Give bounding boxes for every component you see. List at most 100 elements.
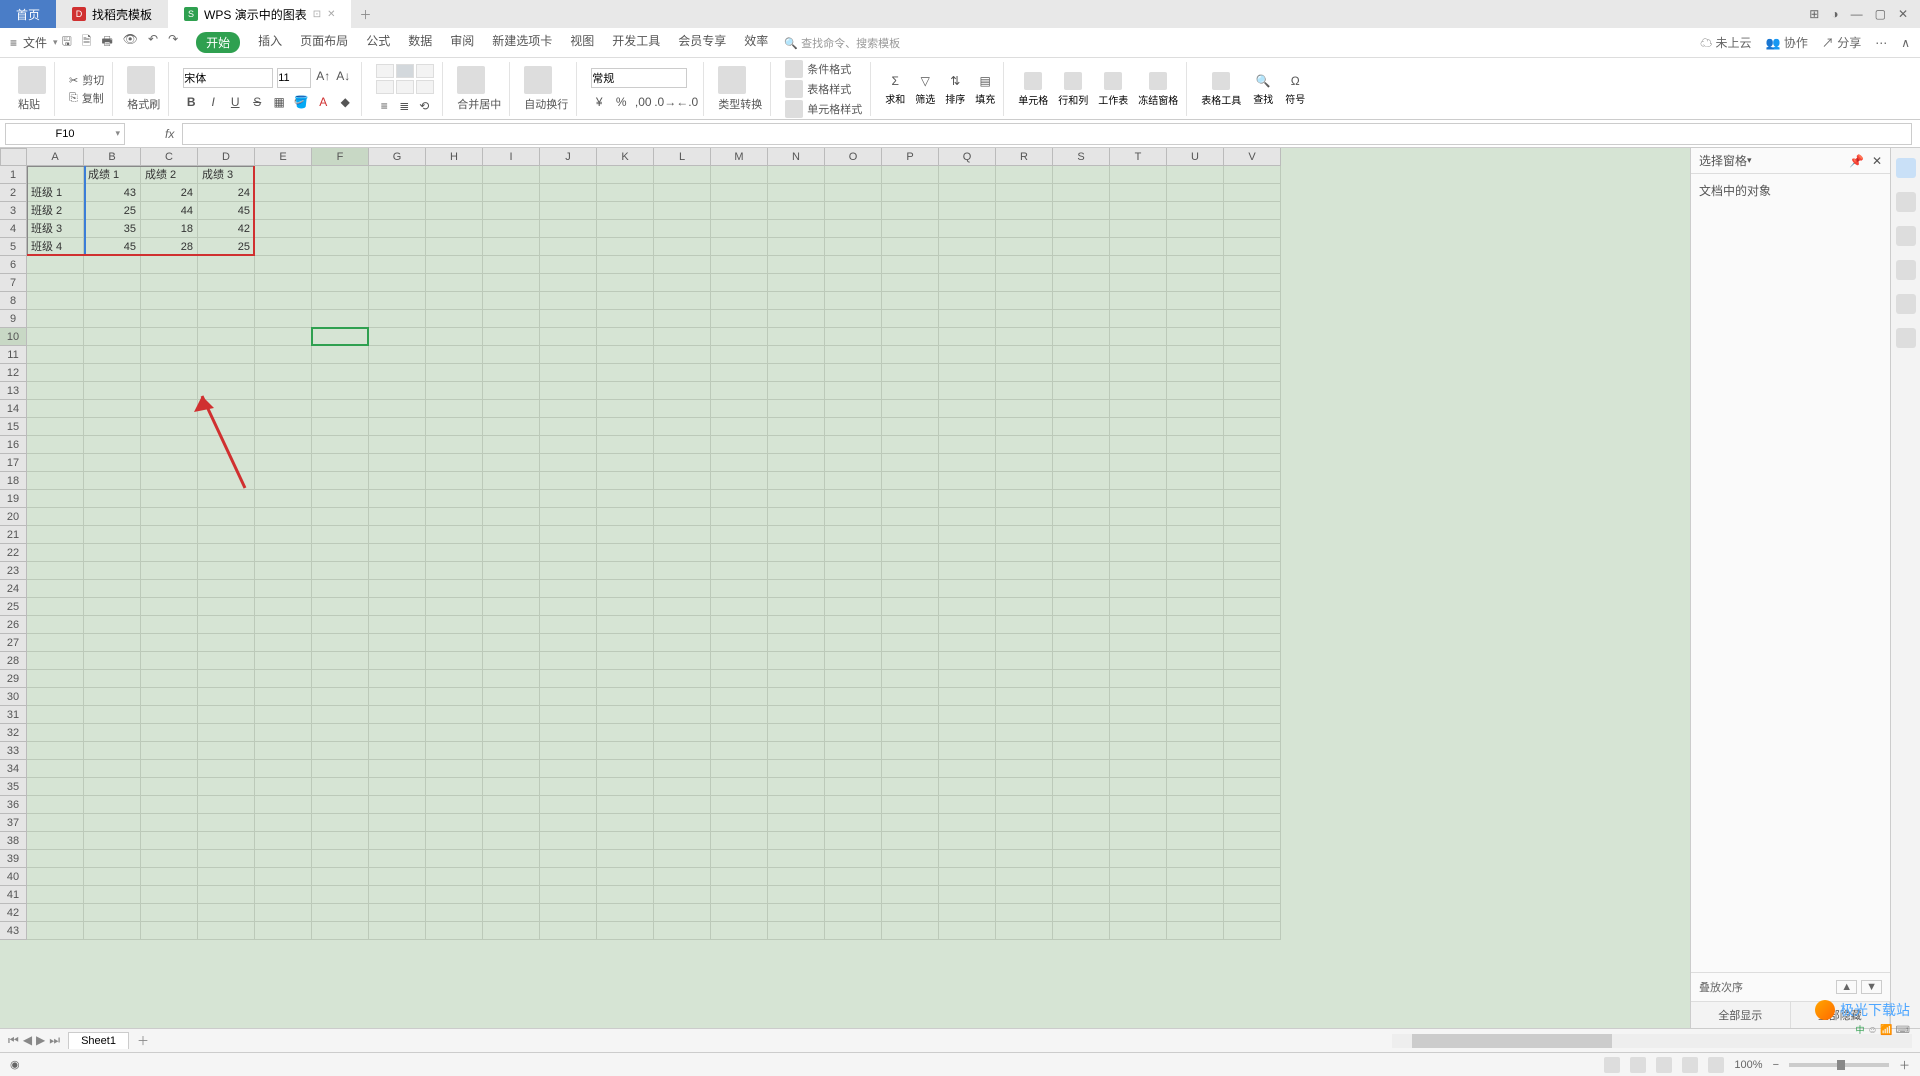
- row-header-43[interactable]: 43: [0, 922, 27, 940]
- cell-U9[interactable]: [1167, 310, 1224, 328]
- cell-A35[interactable]: [27, 778, 84, 796]
- cell-U23[interactable]: [1167, 562, 1224, 580]
- cell-A3[interactable]: 班级 2: [27, 202, 84, 220]
- cell-O4[interactable]: [825, 220, 882, 238]
- col-header-U[interactable]: U: [1167, 148, 1224, 166]
- cell-D17[interactable]: [198, 454, 255, 472]
- cell-H14[interactable]: [426, 400, 483, 418]
- cell-F6[interactable]: [312, 256, 369, 274]
- cell-N39[interactable]: [768, 850, 825, 868]
- cell-E10[interactable]: [255, 328, 312, 346]
- cell-P1[interactable]: [882, 166, 939, 184]
- cell-I14[interactable]: [483, 400, 540, 418]
- cell-S39[interactable]: [1053, 850, 1110, 868]
- cell-N4[interactable]: [768, 220, 825, 238]
- cell-I33[interactable]: [483, 742, 540, 760]
- cell-A33[interactable]: [27, 742, 84, 760]
- cell-H1[interactable]: [426, 166, 483, 184]
- cell-B40[interactable]: [84, 868, 141, 886]
- cell-F30[interactable]: [312, 688, 369, 706]
- cell-P12[interactable]: [882, 364, 939, 382]
- cond-format-button[interactable]: 条件格式: [785, 60, 862, 78]
- row-header-6[interactable]: 6: [0, 256, 27, 274]
- cell-K6[interactable]: [597, 256, 654, 274]
- cell-M8[interactable]: [711, 292, 768, 310]
- cell-Q42[interactable]: [939, 904, 996, 922]
- cell-R25[interactable]: [996, 598, 1053, 616]
- cell-V30[interactable]: [1224, 688, 1281, 706]
- cell-H11[interactable]: [426, 346, 483, 364]
- cell-T15[interactable]: [1110, 418, 1167, 436]
- cell-V5[interactable]: [1224, 238, 1281, 256]
- cell-D23[interactable]: [198, 562, 255, 580]
- rail-property-icon[interactable]: [1896, 226, 1916, 246]
- cell-Q34[interactable]: [939, 760, 996, 778]
- cell-B38[interactable]: [84, 832, 141, 850]
- col-header-S[interactable]: S: [1053, 148, 1110, 166]
- cell-T12[interactable]: [1110, 364, 1167, 382]
- cell-I22[interactable]: [483, 544, 540, 562]
- cell-I37[interactable]: [483, 814, 540, 832]
- cell-C37[interactable]: [141, 814, 198, 832]
- cell-K12[interactable]: [597, 364, 654, 382]
- cell-H7[interactable]: [426, 274, 483, 292]
- cell-J9[interactable]: [540, 310, 597, 328]
- cell-D15[interactable]: [198, 418, 255, 436]
- cell-H4[interactable]: [426, 220, 483, 238]
- align-top-center[interactable]: [396, 64, 414, 78]
- cell-V38[interactable]: [1224, 832, 1281, 850]
- sheet-last-icon[interactable]: ⏭: [49, 1033, 60, 1048]
- cell-T42[interactable]: [1110, 904, 1167, 922]
- cell-N18[interactable]: [768, 472, 825, 490]
- cell-F40[interactable]: [312, 868, 369, 886]
- cell-D7[interactable]: [198, 274, 255, 292]
- cell-K24[interactable]: [597, 580, 654, 598]
- cell-T3[interactable]: [1110, 202, 1167, 220]
- cell-C9[interactable]: [141, 310, 198, 328]
- cell-R3[interactable]: [996, 202, 1053, 220]
- cell-V23[interactable]: [1224, 562, 1281, 580]
- cell-G1[interactable]: [369, 166, 426, 184]
- cell-S31[interactable]: [1053, 706, 1110, 724]
- cell-H18[interactable]: [426, 472, 483, 490]
- cell-U29[interactable]: [1167, 670, 1224, 688]
- cell-C11[interactable]: [141, 346, 198, 364]
- cell-S40[interactable]: [1053, 868, 1110, 886]
- cell-I25[interactable]: [483, 598, 540, 616]
- cell-G28[interactable]: [369, 652, 426, 670]
- indent-right[interactable]: ≣: [396, 98, 412, 114]
- cell-B17[interactable]: [84, 454, 141, 472]
- close-window-icon[interactable]: ✕: [1898, 7, 1908, 21]
- cell-R27[interactable]: [996, 634, 1053, 652]
- cell-C4[interactable]: 18: [141, 220, 198, 238]
- row-header-37[interactable]: 37: [0, 814, 27, 832]
- cell-H42[interactable]: [426, 904, 483, 922]
- cell-O37[interactable]: [825, 814, 882, 832]
- cell-U1[interactable]: [1167, 166, 1224, 184]
- cell-L26[interactable]: [654, 616, 711, 634]
- cell-B37[interactable]: [84, 814, 141, 832]
- cell-P9[interactable]: [882, 310, 939, 328]
- cell-V11[interactable]: [1224, 346, 1281, 364]
- cell-D1[interactable]: 成绩 3: [198, 166, 255, 184]
- cell-K22[interactable]: [597, 544, 654, 562]
- align-top-left[interactable]: [376, 64, 394, 78]
- cell-S22[interactable]: [1053, 544, 1110, 562]
- cell-F41[interactable]: [312, 886, 369, 904]
- cell-A1[interactable]: [27, 166, 84, 184]
- cell-V34[interactable]: [1224, 760, 1281, 778]
- cell-O27[interactable]: [825, 634, 882, 652]
- cell-P41[interactable]: [882, 886, 939, 904]
- cell-P35[interactable]: [882, 778, 939, 796]
- cell-G37[interactable]: [369, 814, 426, 832]
- cell-S29[interactable]: [1053, 670, 1110, 688]
- cell-L27[interactable]: [654, 634, 711, 652]
- cell-B3[interactable]: 25: [84, 202, 141, 220]
- cell-I38[interactable]: [483, 832, 540, 850]
- cell-G25[interactable]: [369, 598, 426, 616]
- cell-S19[interactable]: [1053, 490, 1110, 508]
- cell-U2[interactable]: [1167, 184, 1224, 202]
- cell-N32[interactable]: [768, 724, 825, 742]
- cell-V10[interactable]: [1224, 328, 1281, 346]
- cell-A25[interactable]: [27, 598, 84, 616]
